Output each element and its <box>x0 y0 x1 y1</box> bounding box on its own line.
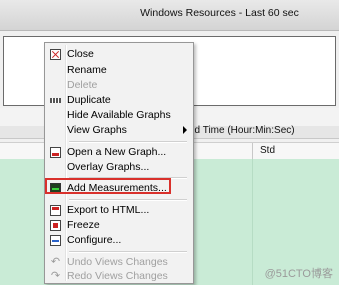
submenu-arrow-icon <box>183 126 187 134</box>
column-divider[interactable] <box>252 143 253 159</box>
open-graph-icon <box>50 147 61 158</box>
column-divider <box>252 159 253 285</box>
redo-icon: ↷ <box>50 270 61 282</box>
menu-item-open-new-graph[interactable]: Open a New Graph... <box>47 145 191 160</box>
menu-item-rename[interactable]: Rename <box>47 63 191 78</box>
watermark-text: @51CTO博客 <box>264 268 333 280</box>
window-titlebar: Windows Resources - Last 60 sec <box>0 0 339 31</box>
menu-item-label: Delete <box>67 79 98 91</box>
menu-item-delete[interactable]: Delete <box>47 78 191 93</box>
add-measurements-highlight-box <box>45 178 171 194</box>
duplicate-icon <box>50 98 61 103</box>
menu-item-label: View Graphs <box>67 124 127 136</box>
column-header-std[interactable]: Std <box>260 145 275 156</box>
menu-item-configure[interactable]: Configure... <box>47 233 191 248</box>
menu-item-label: Undo Views Changes <box>67 256 168 268</box>
menu-item-undo-views-changes[interactable]: ↶ Undo Views Changes <box>47 255 191 270</box>
menu-item-duplicate[interactable]: Duplicate <box>47 93 191 108</box>
menu-item-label: Duplicate <box>67 94 111 106</box>
menu-item-label: Redo Views Changes <box>67 270 168 282</box>
menu-separator <box>69 141 187 143</box>
menu-item-label: Export to HTML... <box>67 204 150 216</box>
menu-item-freeze[interactable]: Freeze <box>47 218 191 233</box>
elapsed-time-label: ed Time (Hour:Min:Sec) <box>189 125 295 136</box>
menu-item-export-html[interactable]: Export to HTML... <box>47 203 191 218</box>
menu-item-label: Rename <box>67 64 107 76</box>
menu-separator <box>69 199 187 201</box>
menu-item-overlay-graphs[interactable]: Overlay Graphs... <box>47 160 191 175</box>
menu-item-view-graphs[interactable]: View Graphs <box>47 123 191 138</box>
menu-item-close[interactable]: Close <box>47 47 191 62</box>
menu-item-label: Hide Available Graphs <box>67 109 171 121</box>
menu-separator <box>69 251 187 253</box>
menu-item-label: Configure... <box>67 234 122 246</box>
menu-item-label: Close <box>67 48 94 60</box>
export-icon <box>50 205 61 216</box>
undo-icon: ↶ <box>50 256 61 268</box>
configure-icon <box>50 235 61 246</box>
menu-item-label: Freeze <box>67 219 100 231</box>
context-menu: Close Rename Delete Duplicate Hide Avail… <box>44 42 194 284</box>
menu-item-label: Open a New Graph... <box>67 146 167 158</box>
menu-item-redo-views-changes[interactable]: ↷ Redo Views Changes <box>47 269 191 284</box>
freeze-icon <box>50 220 61 231</box>
window-title: Windows Resources - Last 60 sec <box>140 7 299 19</box>
menu-item-hide-available-graphs[interactable]: Hide Available Graphs <box>47 108 191 123</box>
close-graph-icon <box>50 49 61 60</box>
menu-item-label: Overlay Graphs... <box>67 161 150 173</box>
